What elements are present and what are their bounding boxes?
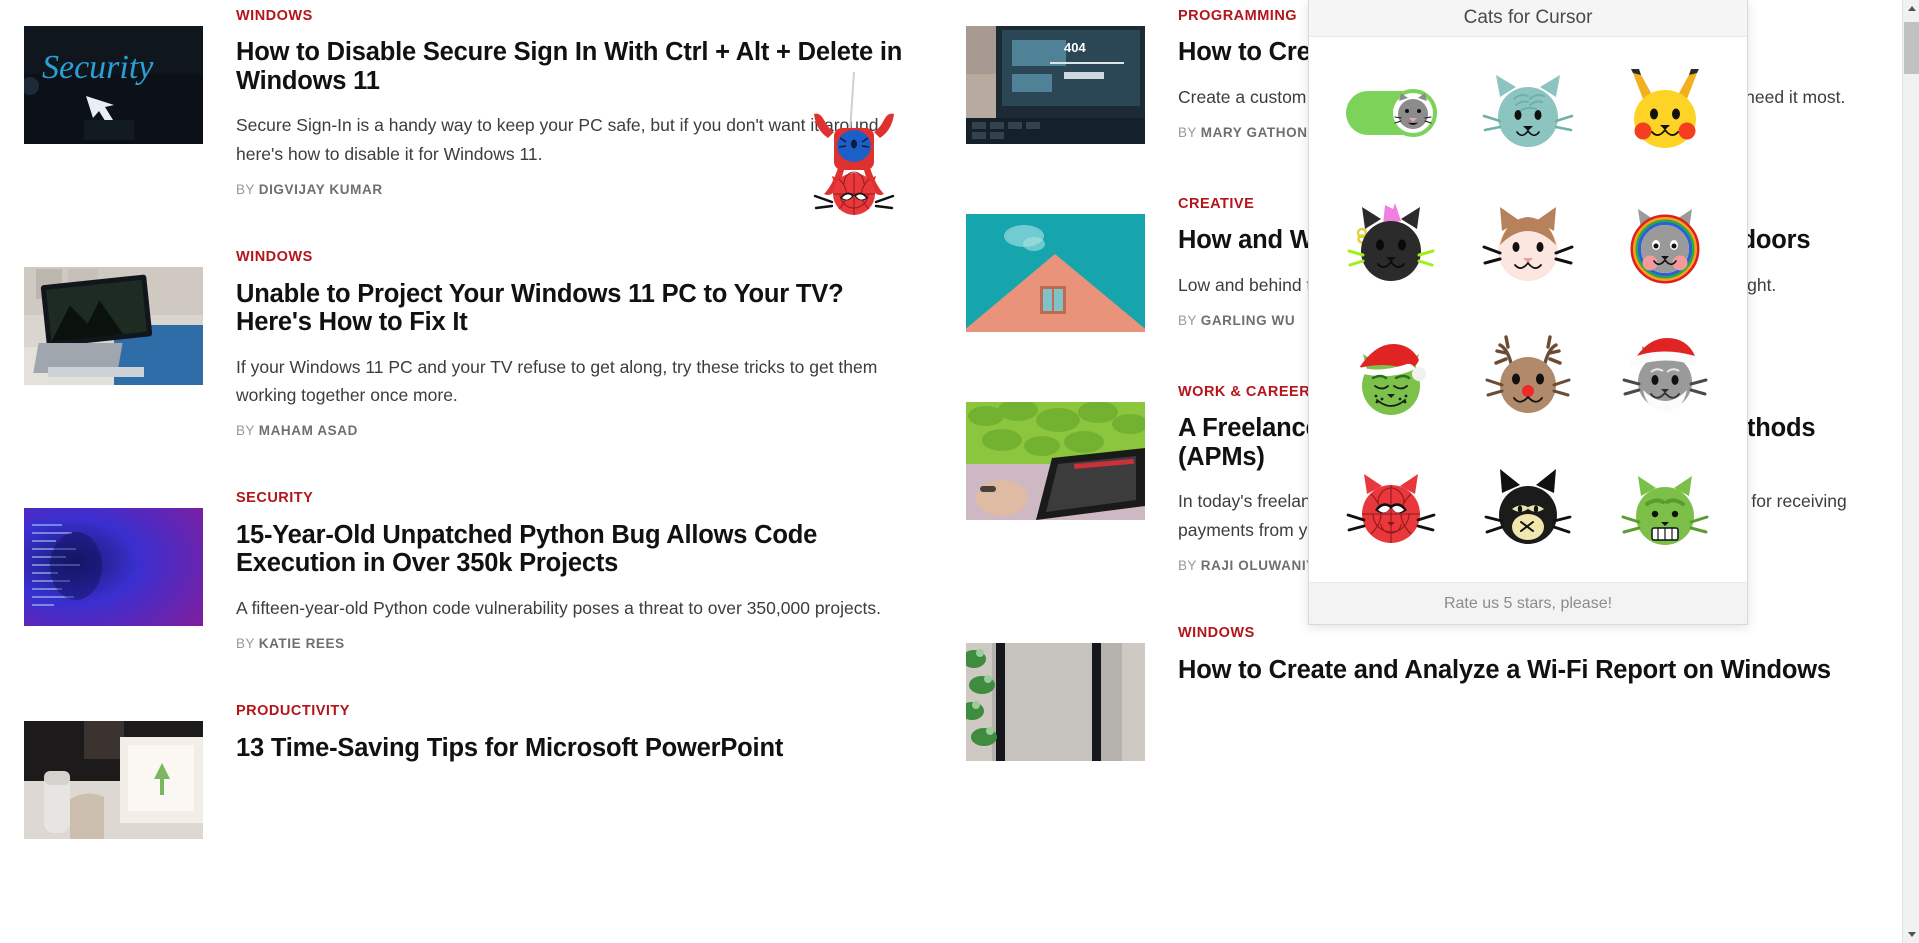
rainbow-grey-cat-icon[interactable]	[1612, 193, 1718, 297]
article-category[interactable]: WINDOWS	[236, 249, 916, 266]
article-excerpt: If your Windows 11 PC and your TV refuse…	[236, 356, 878, 405]
laptop-desk-thumbnail[interactable]	[24, 721, 203, 840]
article-body: SECURITY 15-Year-Old Unpatched Python Bu…	[203, 490, 940, 651]
teal-cat-icon[interactable]	[1475, 61, 1581, 165]
svg-text:Security: Security	[42, 49, 154, 86]
article-body: PRODUCTIVITY 13 Time-Saving Tips for Mic…	[203, 703, 940, 778]
grinch-cat-icon[interactable]	[1338, 326, 1444, 430]
plant-laptop-thumbnail[interactable]	[966, 402, 1145, 520]
purple-code-thumbnail[interactable]	[24, 508, 203, 627]
article-card[interactable]: WINDOWS How to Create and Analyze a Wi-F…	[966, 625, 1880, 762]
article-card[interactable]: SECURITY 15-Year-Old Unpatched Python Bu…	[24, 490, 940, 651]
pikachu-cat-icon[interactable]	[1612, 61, 1718, 165]
article-author[interactable]: MARY GATHONI	[1201, 125, 1312, 140]
scrollbar-thumb[interactable]	[1904, 22, 1919, 74]
article-author[interactable]: KATIE REES	[259, 636, 345, 651]
batman-cat-icon[interactable]	[1475, 458, 1581, 562]
cat-selection-grid[interactable]	[1309, 37, 1747, 582]
brown-tabby-cat-icon[interactable]	[1475, 193, 1581, 297]
cats-for-cursor-popup[interactable]: Cats for Cursor Rate us 5 stars, please!	[1308, 0, 1748, 625]
article-body: WINDOWS How to Create and Analyze a Wi-F…	[1145, 625, 1880, 700]
article-headline[interactable]: 13 Time-Saving Tips for Microsoft PowerP…	[236, 734, 916, 763]
santa-cat-icon[interactable]	[1612, 326, 1718, 430]
page-scrollbar[interactable]	[1902, 0, 1919, 943]
byline-prefix: BY	[1178, 125, 1197, 141]
article-body: WINDOWS How to Disable Secure Sign In Wi…	[203, 8, 940, 197]
scroll-up-arrow-icon[interactable]	[1903, 0, 1919, 17]
article-card[interactable]: Security WINDOWS How to Disable Secure S…	[24, 8, 940, 197]
article-body: WINDOWS Unable to Project Your Windows 1…	[203, 249, 940, 438]
reindeer-cat-icon[interactable]	[1475, 326, 1581, 430]
article-headline[interactable]: Unable to Project Your Windows 11 PC to …	[236, 280, 916, 337]
article-headline[interactable]: How to Create and Analyze a Wi-Fi Report…	[1178, 656, 1856, 685]
browser-viewport: Security WINDOWS How to Disable Secure S…	[0, 0, 1919, 943]
byline-prefix: BY	[236, 636, 255, 652]
rate-us-text[interactable]: Rate us 5 stars, please!	[1444, 595, 1612, 613]
orange-house-thumbnail[interactable]	[966, 214, 1145, 332]
byline-prefix: BY	[1178, 558, 1197, 574]
article-excerpt: A fifteen-year-old Python code vulnerabi…	[236, 597, 881, 618]
article-card[interactable]: PRODUCTIVITY 13 Time-Saving Tips for Mic…	[24, 703, 940, 840]
punk-black-cat-icon[interactable]	[1338, 193, 1444, 297]
byline-prefix: BY	[1178, 313, 1197, 329]
article-headline[interactable]: 15-Year-Old Unpatched Python Bug Allows …	[236, 521, 916, 578]
article-author[interactable]: DIGVIJAY KUMAR	[259, 182, 383, 197]
article-author[interactable]: RAJI OLUWANIYI	[1201, 558, 1320, 573]
toggle-switch-grey-cat-icon[interactable]	[1338, 61, 1444, 165]
article-category[interactable]: PRODUCTIVITY	[236, 703, 916, 720]
down-triangle-icon	[1907, 932, 1916, 937]
popup-title: Cats for Cursor	[1463, 7, 1593, 28]
byline-prefix: BY	[236, 423, 255, 439]
article-category[interactable]: WINDOWS	[1178, 625, 1856, 642]
article-byline: BY KATIE REES	[236, 636, 916, 651]
hulk-cat-icon[interactable]	[1612, 458, 1718, 562]
article-byline: BY MAHAM ASAD	[236, 423, 916, 438]
up-triangle-icon	[1907, 6, 1916, 11]
popup-header: Cats for Cursor	[1309, 0, 1747, 37]
router-wall-thumbnail[interactable]	[966, 643, 1145, 762]
monitor-desk-thumbnail[interactable]	[24, 267, 203, 386]
article-excerpt: Secure Sign-In is a handy way to keep yo…	[236, 115, 884, 164]
article-category[interactable]: SECURITY	[236, 490, 916, 507]
article-headline[interactable]: How to Disable Secure Sign In With Ctrl …	[236, 38, 916, 95]
article-author[interactable]: MAHAM ASAD	[259, 423, 358, 438]
article-card[interactable]: WINDOWS Unable to Project Your Windows 1…	[24, 249, 940, 438]
security-text-thumbnail[interactable]: Security	[24, 26, 203, 144]
spiderman-cat-icon[interactable]	[1338, 458, 1444, 562]
laptop-404-thumbnail[interactable]: 404	[966, 26, 1145, 144]
article-author[interactable]: GARLING WU	[1201, 313, 1296, 328]
byline-prefix: BY	[236, 182, 255, 198]
left-column: Security WINDOWS How to Disable Secure S…	[0, 0, 940, 943]
svg-text:404: 404	[1064, 40, 1086, 55]
scroll-down-arrow-icon[interactable]	[1903, 926, 1919, 943]
article-byline: BY DIGVIJAY KUMAR	[236, 182, 916, 197]
popup-footer[interactable]: Rate us 5 stars, please!	[1309, 582, 1747, 624]
article-category[interactable]: WINDOWS	[236, 8, 916, 25]
